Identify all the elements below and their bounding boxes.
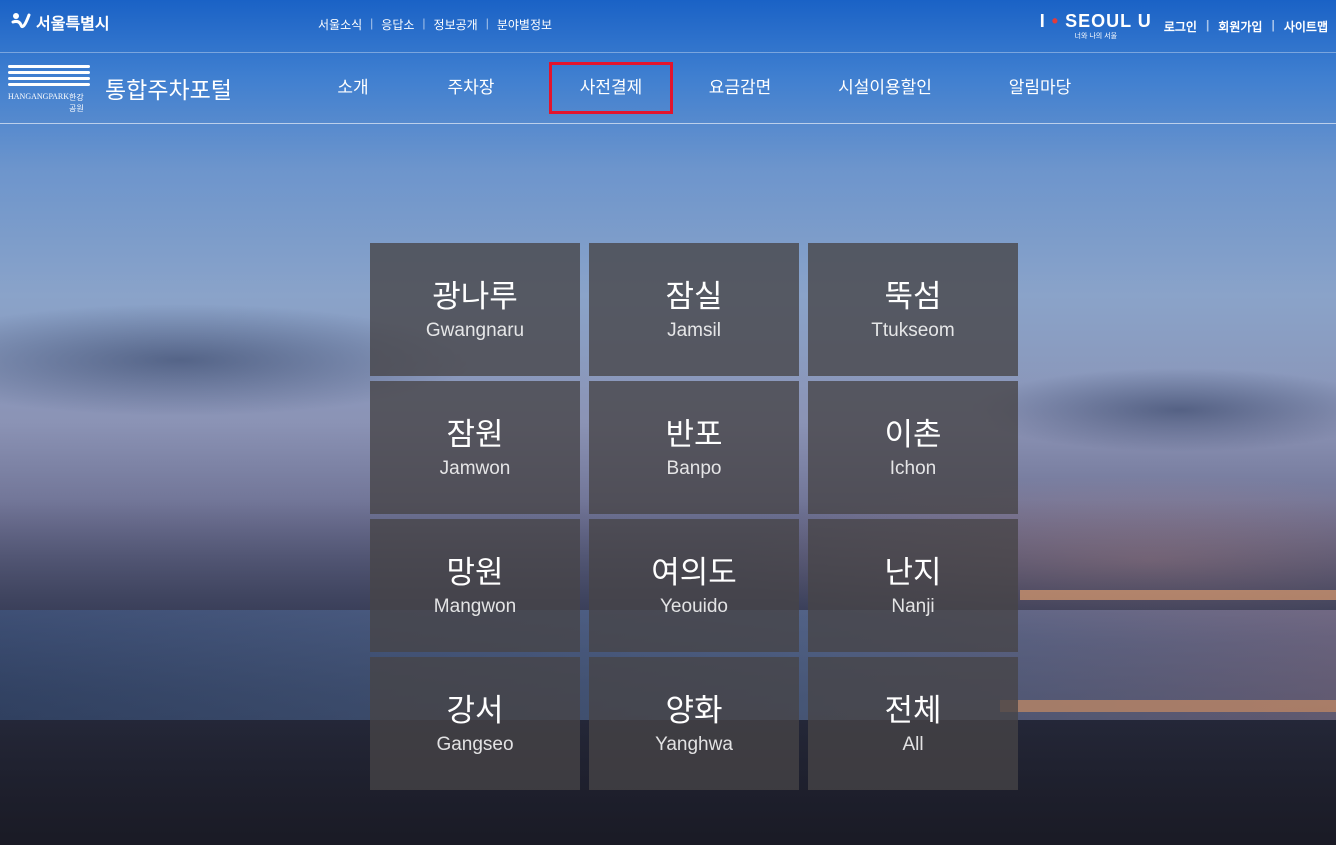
park-name-en: Ichon: [889, 457, 937, 479]
separator: |: [1271, 18, 1275, 32]
park-tile-jamwon[interactable]: 잠원 Jamwon: [370, 381, 580, 514]
park-name-ko: 반포: [665, 416, 723, 452]
brand-main: I • SEOUL U: [1040, 12, 1152, 30]
park-tile-gwangnaru[interactable]: 광나루 Gwangnaru: [370, 243, 580, 376]
park-name-ko: 난지: [884, 554, 942, 590]
park-name-en: Ttukseom: [871, 319, 955, 341]
park-name-ko: 광나루: [432, 278, 518, 314]
sitemap-link[interactable]: 사이트맵: [1284, 18, 1328, 35]
account-links: 로그인 | 회원가입 | 사이트맵: [1164, 18, 1328, 35]
background-bridge: [1020, 590, 1336, 600]
logo-stripe: [8, 83, 90, 86]
brand-main-prefix: I: [1039, 11, 1046, 31]
park-name-ko: 전체: [884, 692, 942, 728]
main-navbar: HANGANGPARK 한강공원 통합주차포털 소개 주차장 사전결제 요금감면…: [0, 53, 1336, 124]
logo-caption-ko: 한강공원: [69, 93, 84, 113]
logo-stripe: [8, 65, 90, 68]
park-name-ko: 잠실: [665, 278, 723, 314]
separator: |: [485, 16, 489, 30]
seoul-city-logo[interactable]: 서울특별시: [10, 10, 110, 34]
park-tile-nanji[interactable]: 난지 Nanji: [808, 519, 1018, 652]
background-bridge-2: [1000, 700, 1336, 712]
logo-caption: HANGANGPARK 한강공원: [8, 92, 90, 114]
signup-link[interactable]: 회원가입: [1218, 18, 1262, 35]
park-name-en: Jamsil: [667, 319, 721, 341]
seoul-city-name: 서울특별시: [36, 16, 110, 33]
park-name-ko: 잠원: [446, 416, 504, 452]
right-utility: I • SEOUL U 너와 나의 서울 로그인 | 회원가입 | 사이트맵: [1040, 12, 1328, 41]
logo-stripe: [8, 77, 90, 80]
park-name-ko: 이촌: [884, 416, 942, 452]
separator: |: [1205, 18, 1210, 32]
separator: |: [422, 16, 426, 30]
park-tile-yanghwa[interactable]: 양화 Yanghwa: [589, 657, 799, 790]
global-nav-menu: 소개 주차장 사전결제 요금감면 시설이용할인 알림마당: [320, 53, 1085, 123]
brand-sub: 너와 나의 서울: [1074, 33, 1118, 40]
park-name-en: All: [902, 733, 924, 755]
park-name-en: Banpo: [666, 457, 722, 479]
i-seoul-u-logo[interactable]: I • SEOUL U 너와 나의 서울: [1040, 12, 1152, 41]
portal-title[interactable]: 통합주차포털: [105, 71, 232, 105]
park-name-ko: 양화: [665, 692, 723, 728]
park-name-en: Mangwon: [433, 595, 517, 617]
park-name-ko: 망원: [446, 554, 504, 590]
park-name-en: Yeouido: [660, 595, 728, 617]
park-name-ko: 강서: [446, 692, 504, 728]
brand-dot-icon: •: [1051, 11, 1060, 31]
nav-item-fee-reduction[interactable]: 요금감면: [700, 53, 780, 123]
park-tile-ttukseom[interactable]: 뚝섬 Ttukseom: [808, 243, 1018, 376]
nav-item-prepayment[interactable]: 사전결제: [549, 53, 673, 123]
park-name-en: Gwangnaru: [425, 319, 525, 341]
park-tile-ichon[interactable]: 이촌 Ichon: [808, 381, 1018, 514]
park-selection-grid: 광나루 Gwangnaru 잠실 Jamsil 뚝섬 Ttukseom 잠원 J…: [370, 243, 1020, 791]
park-tile-banpo[interactable]: 반포 Banpo: [589, 381, 799, 514]
util-link-field-info[interactable]: 분야별정보: [497, 16, 552, 33]
park-tile-mangwon[interactable]: 망원 Mangwon: [370, 519, 580, 652]
park-name-ko: 뚝섬: [884, 278, 942, 314]
nav-item-facility-discount[interactable]: 시설이용할인: [825, 53, 945, 123]
nav-item-notice[interactable]: 알림마당: [995, 53, 1085, 123]
login-link[interactable]: 로그인: [1164, 18, 1197, 35]
separator: |: [370, 16, 374, 30]
seoul-symbol-icon: [10, 11, 32, 33]
brand-main-suffix: SEOUL U: [1065, 11, 1152, 31]
util-link-response[interactable]: 응답소: [381, 16, 414, 33]
park-tile-all[interactable]: 전체 All: [808, 657, 1018, 790]
logo-caption-en: HANGANGPARK: [8, 92, 70, 101]
park-name-en: Yanghwa: [655, 733, 733, 755]
park-tile-jamsil[interactable]: 잠실 Jamsil: [589, 243, 799, 376]
park-name-en: Gangseo: [436, 733, 514, 755]
logo-stripe: [8, 71, 90, 74]
util-link-news[interactable]: 서울소식: [318, 16, 362, 33]
park-tile-gangseo[interactable]: 강서 Gangseo: [370, 657, 580, 790]
park-name-en: Jamwon: [439, 457, 511, 479]
nav-item-parking-lot[interactable]: 주차장: [431, 53, 511, 123]
top-utility-bar: 서울특별시 서울소식 | 응답소 | 정보공개 | 분야별정보 I • SEOU…: [0, 0, 1336, 53]
nav-item-intro[interactable]: 소개: [320, 53, 386, 123]
hangang-park-logo[interactable]: HANGANGPARK 한강공원: [8, 65, 90, 113]
util-links: 서울소식 | 응답소 | 정보공개 | 분야별정보: [318, 16, 552, 33]
park-name-en: Nanji: [891, 595, 935, 617]
util-link-disclosure[interactable]: 정보공개: [434, 16, 478, 33]
park-tile-yeouido[interactable]: 여의도 Yeouido: [589, 519, 799, 652]
park-name-ko: 여의도: [651, 554, 737, 590]
